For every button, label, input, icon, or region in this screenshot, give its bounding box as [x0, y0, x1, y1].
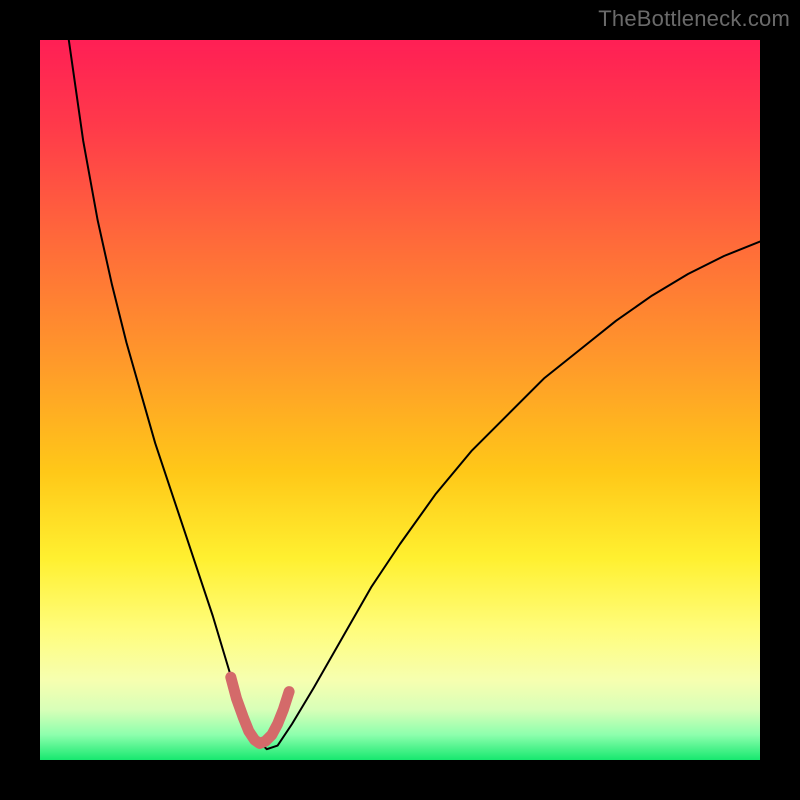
curve-layer: [40, 40, 760, 760]
chart-frame: TheBottleneck.com: [0, 0, 800, 800]
highlight-trough: [231, 677, 289, 743]
plot-area: [40, 40, 760, 760]
bottleneck-curve: [69, 40, 760, 749]
watermark-text: TheBottleneck.com: [598, 6, 790, 32]
